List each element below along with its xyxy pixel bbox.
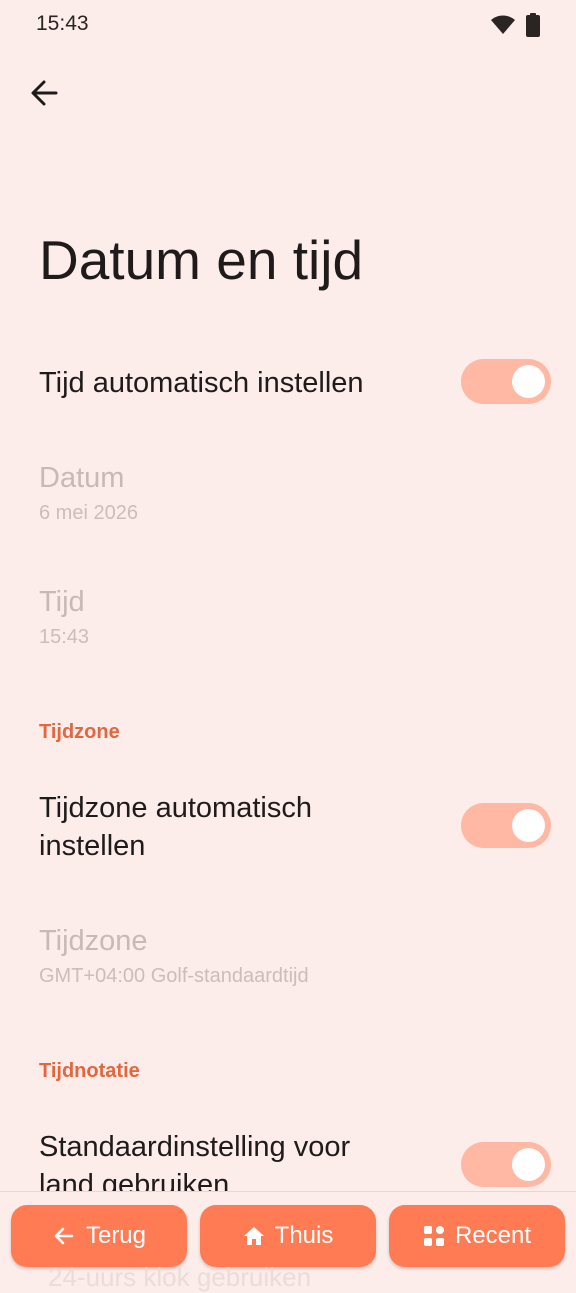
arrow-left-icon [31, 80, 58, 106]
nav-recent-button[interactable]: Recent [389, 1205, 565, 1267]
auto-time-setting[interactable]: Tijd automatisch instellen [39, 364, 364, 402]
nav-recent-label: Recent [454, 1222, 532, 1249]
auto-timezone-label-line1: Tijdzone automatisch [39, 792, 312, 824]
nav-back-button[interactable]: Terug [11, 1205, 187, 1267]
timezone-label: Tijdzone [39, 925, 148, 957]
status-time: 15:43 [36, 12, 89, 35]
timezone-value: GMT+04:00 Golf-standaardtijd [39, 965, 309, 987]
nav-back-label: Terug [85, 1222, 147, 1249]
auto-timezone-toggle[interactable] [461, 803, 551, 848]
auto-time-toggle[interactable] [461, 359, 551, 404]
toggle-knob [512, 809, 545, 842]
time-value: 15:43 [39, 626, 90, 648]
status-icons [490, 12, 540, 38]
wifi-icon [491, 15, 515, 34]
locale-default-label-line1: Standaardinstelling voor [39, 1131, 351, 1163]
arrow-left-icon [54, 1227, 74, 1245]
date-label: Datum [39, 462, 125, 494]
time-setting: Tijd 15:43 [39, 583, 89, 651]
status-bar: 15:43 [0, 0, 576, 50]
toggle-knob [512, 365, 545, 398]
toggle-knob [512, 1148, 545, 1181]
home-icon [243, 1227, 264, 1245]
section-header-timezone: Tijdzone [39, 721, 120, 743]
nav-home-button[interactable]: Thuis [200, 1205, 376, 1267]
auto-timezone-setting[interactable]: Tijdzone automatisch instellen [39, 789, 312, 865]
nav-home-label: Thuis [274, 1222, 334, 1249]
back-button[interactable] [26, 74, 64, 112]
use-24-hour-setting-peek: 24-uurs klok gebruiken [48, 1262, 312, 1292]
section-header-time-format: Tijdnotatie [39, 1060, 140, 1082]
auto-time-label: Tijd automatisch instellen [39, 367, 364, 399]
battery-icon [526, 13, 540, 37]
date-setting: Datum 6 mei 2026 [39, 459, 138, 527]
auto-timezone-label-line2: instellen [39, 830, 146, 862]
date-value: 6 mei 2026 [39, 502, 138, 524]
grid-icon [423, 1226, 444, 1246]
time-label: Tijd [39, 586, 85, 618]
timezone-setting: Tijdzone GMT+04:00 Golf-standaardtijd [39, 922, 309, 990]
page-title: Datum en tijd [39, 229, 364, 291]
locale-default-toggle[interactable] [461, 1142, 551, 1187]
